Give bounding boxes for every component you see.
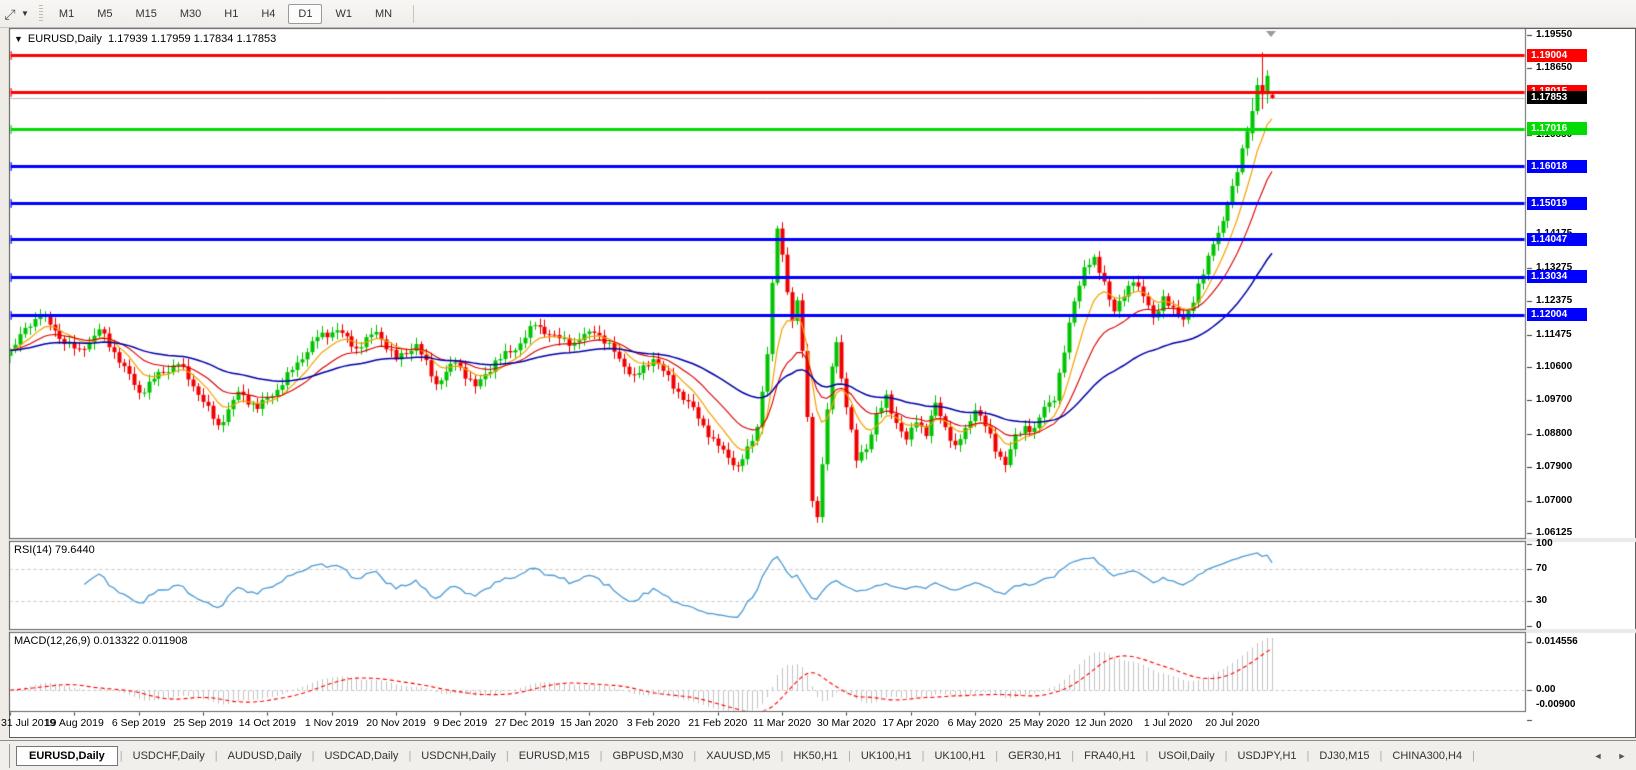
chart-title-symbol: EURUSD,Daily [28,33,102,45]
macd-tick-label: 0.014556 [1536,636,1578,647]
date-axis-label: 27 Dec 2019 [495,717,555,729]
tab-gbpusd-m30[interactable]: GBPUSD,M30 [602,750,693,762]
tab-usoil-daily[interactable]: USOil,Daily [1148,750,1224,762]
tab-audusd-daily[interactable]: AUDUSD,Daily [218,750,312,762]
date-axis-label: 6 May 2020 [948,717,1003,729]
tab-eurusd-m15[interactable]: EURUSD,M15 [509,750,600,762]
tabbar-grip [9,744,10,768]
date-axis-label: 9 Dec 2019 [433,717,487,729]
tab-uk100-h1[interactable]: UK100,H1 [924,750,995,762]
tab-usdcad-daily[interactable]: USDCAD,Daily [314,750,408,762]
price-tick-label: 1.11475 [1536,329,1572,340]
date-axis-label: 17 Apr 2020 [882,717,939,729]
tab-scroll-right-icon[interactable]: ► [1610,751,1634,761]
tab-fra40-h1[interactable]: FRA40,H1 [1074,750,1145,762]
hline-price-label: 1.14047 [1527,233,1587,246]
price-tick-label: 1.07900 [1536,461,1572,472]
date-axis-label: 6 Sep 2019 [112,717,166,729]
price-tick-label: 1.08800 [1536,428,1572,439]
tab-usdchf-daily[interactable]: USDCHF,Daily [123,750,215,762]
rsi-indicator-label: RSI(14) 79.6440 [14,544,95,556]
rsi-tick-label: 0 [1536,620,1542,631]
tab-china300-h4[interactable]: CHINA300,H4 [1382,750,1472,762]
tab-uk100-h1[interactable]: UK100,H1 [851,750,922,762]
hline-price-label: 1.15019 [1527,197,1587,210]
date-axis-label: 1 Nov 2019 [305,717,359,729]
date-axis-label: 15 Jan 2020 [560,717,618,729]
rsi-tick-label: 30 [1536,595,1547,606]
hline-price-label: 1.19004 [1527,49,1587,62]
tab-hk50-h1[interactable]: HK50,H1 [783,750,848,762]
price-tick-label: 1.06125 [1536,527,1572,538]
price-tick-label: 1.19550 [1536,29,1572,40]
date-axis-label: 14 Oct 2019 [239,717,296,729]
hline-price-label: 1.17016 [1527,122,1587,135]
tab-usdcnh-daily[interactable]: USDCNH,Daily [411,750,506,762]
tab-dj30-m15[interactable]: DJ30,M15 [1309,750,1379,762]
tab-ger30-h1[interactable]: GER30,H1 [998,750,1071,762]
rsi-tick-label: 100 [1536,538,1553,549]
date-axis-label: 3 Feb 2020 [627,717,680,729]
date-axis-label: 25 Sep 2019 [173,717,233,729]
tab-scroll-arrows: ◄ ► [1586,741,1634,770]
price-tick-label: 1.09700 [1536,394,1572,405]
tab-xauusd-m5[interactable]: XAUUSD,M5 [696,750,780,762]
tab-separator: | [1472,750,1475,762]
hline-price-label: 1.13034 [1527,270,1587,283]
date-axis-label: 11 Mar 2020 [753,717,811,729]
date-axis-label: 20 Jul 2020 [1205,717,1259,729]
price-tick-label: 1.10600 [1536,361,1572,372]
price-tick-label: 1.07000 [1536,495,1572,506]
price-tick-label: 1.12375 [1536,295,1572,306]
tab-usdjpy-h1[interactable]: USDJPY,H1 [1227,750,1306,762]
date-axis-label: 1 Jul 2020 [1144,717,1192,729]
date-axis-label: 20 Nov 2019 [366,717,426,729]
chart-title: ▼ EURUSD,Daily 1.17939 1.17959 1.17834 1.… [14,33,276,45]
tab-eurusd-daily[interactable]: EURUSD,Daily [16,746,118,766]
date-axis-label: 12 Jun 2020 [1075,717,1133,729]
tab-scroll-left-icon[interactable]: ◄ [1586,751,1610,761]
price-tick-label: 1.18650 [1536,62,1572,73]
hline-price-label: 1.12004 [1527,308,1587,321]
date-axis-label: 21 Feb 2020 [688,717,747,729]
current-price-label: 1.17853 [1527,91,1587,104]
rsi-tick-label: 70 [1536,563,1547,574]
macd-indicator-label: MACD(12,26,9) 0.013322 0.011908 [14,635,187,647]
chart-title-ohlc: 1.17939 1.17959 1.17834 1.17853 [108,33,276,45]
price-chart-canvas[interactable] [0,0,1636,770]
date-axis-label: 25 May 2020 [1009,717,1070,729]
chart-tab-bar: EURUSD,Daily|USDCHF,Daily|AUDUSD,Daily|U… [0,740,1636,770]
hline-price-label: 1.16018 [1527,160,1587,173]
macd-tick-label: 0.00 [1536,684,1555,695]
macd-tick-label: -0.00900 [1536,699,1575,710]
chart-dropdown-icon[interactable]: ▼ [14,34,23,44]
date-axis-label: 30 Mar 2020 [817,717,876,729]
chart-tabs: EURUSD,Daily|USDCHF,Daily|AUDUSD,Daily|U… [14,741,1475,770]
date-axis-label: 19 Aug 2019 [45,717,104,729]
trading-platform-window: ⤢ ▼ M1M5M15M30H1H4D1W1MN ▼EURUSD,Daily 1… [0,0,1636,770]
